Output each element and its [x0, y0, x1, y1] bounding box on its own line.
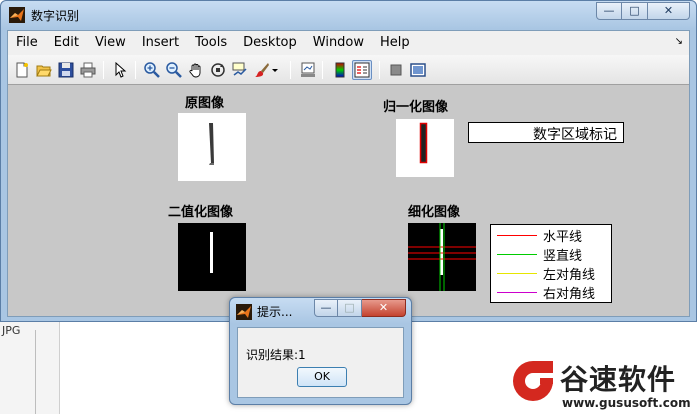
legend-row-vertical: 竖直线 — [497, 245, 583, 264]
caption-buttons: — □ ✕ — [596, 2, 690, 20]
brush-icon[interactable] — [252, 60, 272, 80]
legend-label-right-diagonal: 右对角线 — [543, 286, 596, 302]
double-chevron-icon[interactable]: ↘ — [675, 36, 683, 47]
legend-label-horizontal: 水平线 — [543, 229, 583, 245]
binary-image-title: 二值化图像 — [168, 205, 234, 220]
background-file-panel: JPG — [0, 318, 60, 414]
pointer-icon[interactable] — [110, 60, 130, 80]
toolbar-separator — [290, 61, 291, 79]
figure-toolbar — [8, 55, 689, 85]
region-marker-legend: 数字区域标记 — [468, 122, 624, 143]
close-button[interactable]: ✕ — [648, 2, 690, 20]
minimize-button[interactable]: — — [596, 2, 622, 20]
menu-desktop[interactable]: Desktop — [235, 31, 305, 55]
menu-file[interactable]: File — [8, 31, 46, 55]
ok-button[interactable]: OK — [297, 367, 347, 387]
legend-label-vertical: 竖直线 — [543, 248, 583, 264]
open-file-icon[interactable] — [34, 60, 54, 80]
figure-window: 数字识别 — □ ✕ File Edit View Insert Tools D… — [0, 0, 697, 322]
menu-help[interactable]: Help — [372, 31, 418, 55]
figure-client: File Edit View Insert Tools Desktop Wind… — [7, 30, 690, 317]
line-legend: 水平线 竖直线 左对角线 右对角线 — [490, 224, 612, 303]
legend-label-left-diagonal: 左对角线 — [543, 267, 596, 283]
background-divider — [35, 330, 36, 414]
window-title: 数字识别 — [31, 9, 80, 23]
zoom-out-icon[interactable] — [164, 60, 184, 80]
pan-hand-icon[interactable] — [186, 60, 206, 80]
menu-tools[interactable]: Tools — [187, 31, 235, 55]
desktop: JPG 数字识别 — □ ✕ File Edit View Insert Too… — [0, 0, 697, 414]
dialog-title: 提示... — [257, 305, 293, 319]
legend-row-left-diagonal: 左对角线 — [497, 264, 596, 283]
hide-plot-tools-icon[interactable] — [386, 60, 406, 80]
dialog-caption-buttons: — □ ✕ — [314, 299, 406, 317]
legend-row-horizontal: 水平线 — [497, 226, 583, 245]
menu-bar: File Edit View Insert Tools Desktop Wind… — [8, 31, 689, 55]
data-cursor-icon[interactable] — [230, 60, 250, 80]
title-bar[interactable]: 数字识别 — □ ✕ — [1, 1, 696, 29]
colorbar-icon[interactable] — [330, 60, 350, 80]
watermark-brand: 谷速软件 — [560, 363, 677, 396]
legend-icon[interactable] — [352, 60, 372, 80]
dialog-message: 识别结果:1 — [246, 348, 306, 362]
print-icon[interactable] — [78, 60, 98, 80]
thinned-image-title: 细化图像 — [408, 205, 461, 220]
toolbar-separator — [103, 61, 104, 79]
region-marker-label: 数字区域标记 — [533, 127, 617, 143]
menu-view[interactable]: View — [87, 31, 134, 55]
save-icon[interactable] — [56, 60, 76, 80]
dialog-body: 识别结果:1 OK — [237, 327, 404, 398]
link-plot-icon[interactable] — [298, 60, 318, 80]
normalized-image-axes — [396, 119, 454, 177]
toolbar-separator — [135, 61, 136, 79]
maximize-button[interactable]: □ — [622, 2, 648, 20]
brand-logo-icon — [513, 361, 553, 401]
original-image-axes — [178, 113, 246, 181]
normalized-image-title: 归一化图像 — [383, 100, 449, 115]
new-figure-icon[interactable] — [12, 60, 32, 80]
dialog-minimize-button[interactable]: — — [314, 299, 338, 317]
rotate-3d-icon[interactable] — [208, 60, 228, 80]
legend-row-right-diagonal: 右对角线 — [497, 283, 596, 302]
matlab-icon — [236, 304, 252, 320]
legend-swatch-vertical — [497, 253, 537, 255]
matlab-icon — [9, 7, 25, 23]
zoom-in-icon[interactable] — [142, 60, 162, 80]
thinned-image-axes — [408, 223, 476, 291]
original-image-title: 原图像 — [185, 96, 225, 111]
legend-swatch-horizontal — [497, 234, 537, 236]
background-file-type: JPG — [2, 324, 21, 337]
menu-edit[interactable]: Edit — [46, 31, 87, 55]
result-dialog: 提示... — □ ✕ 识别结果:1 OK — [229, 297, 412, 405]
legend-swatch-left-diagonal — [497, 272, 537, 274]
show-plot-tools-icon[interactable] — [408, 60, 428, 80]
menu-window[interactable]: Window — [305, 31, 372, 55]
dialog-maximize-button[interactable]: □ — [338, 299, 362, 317]
figure-canvas: 原图像 归一化图像 数字区域标记 二值化图像 细化图像 水平线 竖直线 左对角线… — [8, 86, 689, 316]
menu-insert[interactable]: Insert — [134, 31, 187, 55]
brush-dropdown-icon[interactable] — [270, 60, 280, 80]
toolbar-separator — [379, 61, 380, 79]
dialog-title-bar[interactable]: 提示... — □ ✕ — [230, 298, 411, 324]
binary-image-axes — [178, 223, 246, 291]
toolbar-separator — [322, 61, 323, 79]
dialog-close-button[interactable]: ✕ — [362, 299, 406, 317]
watermark-url: www.gususoft.com — [562, 396, 691, 410]
legend-swatch-right-diagonal — [497, 291, 537, 293]
